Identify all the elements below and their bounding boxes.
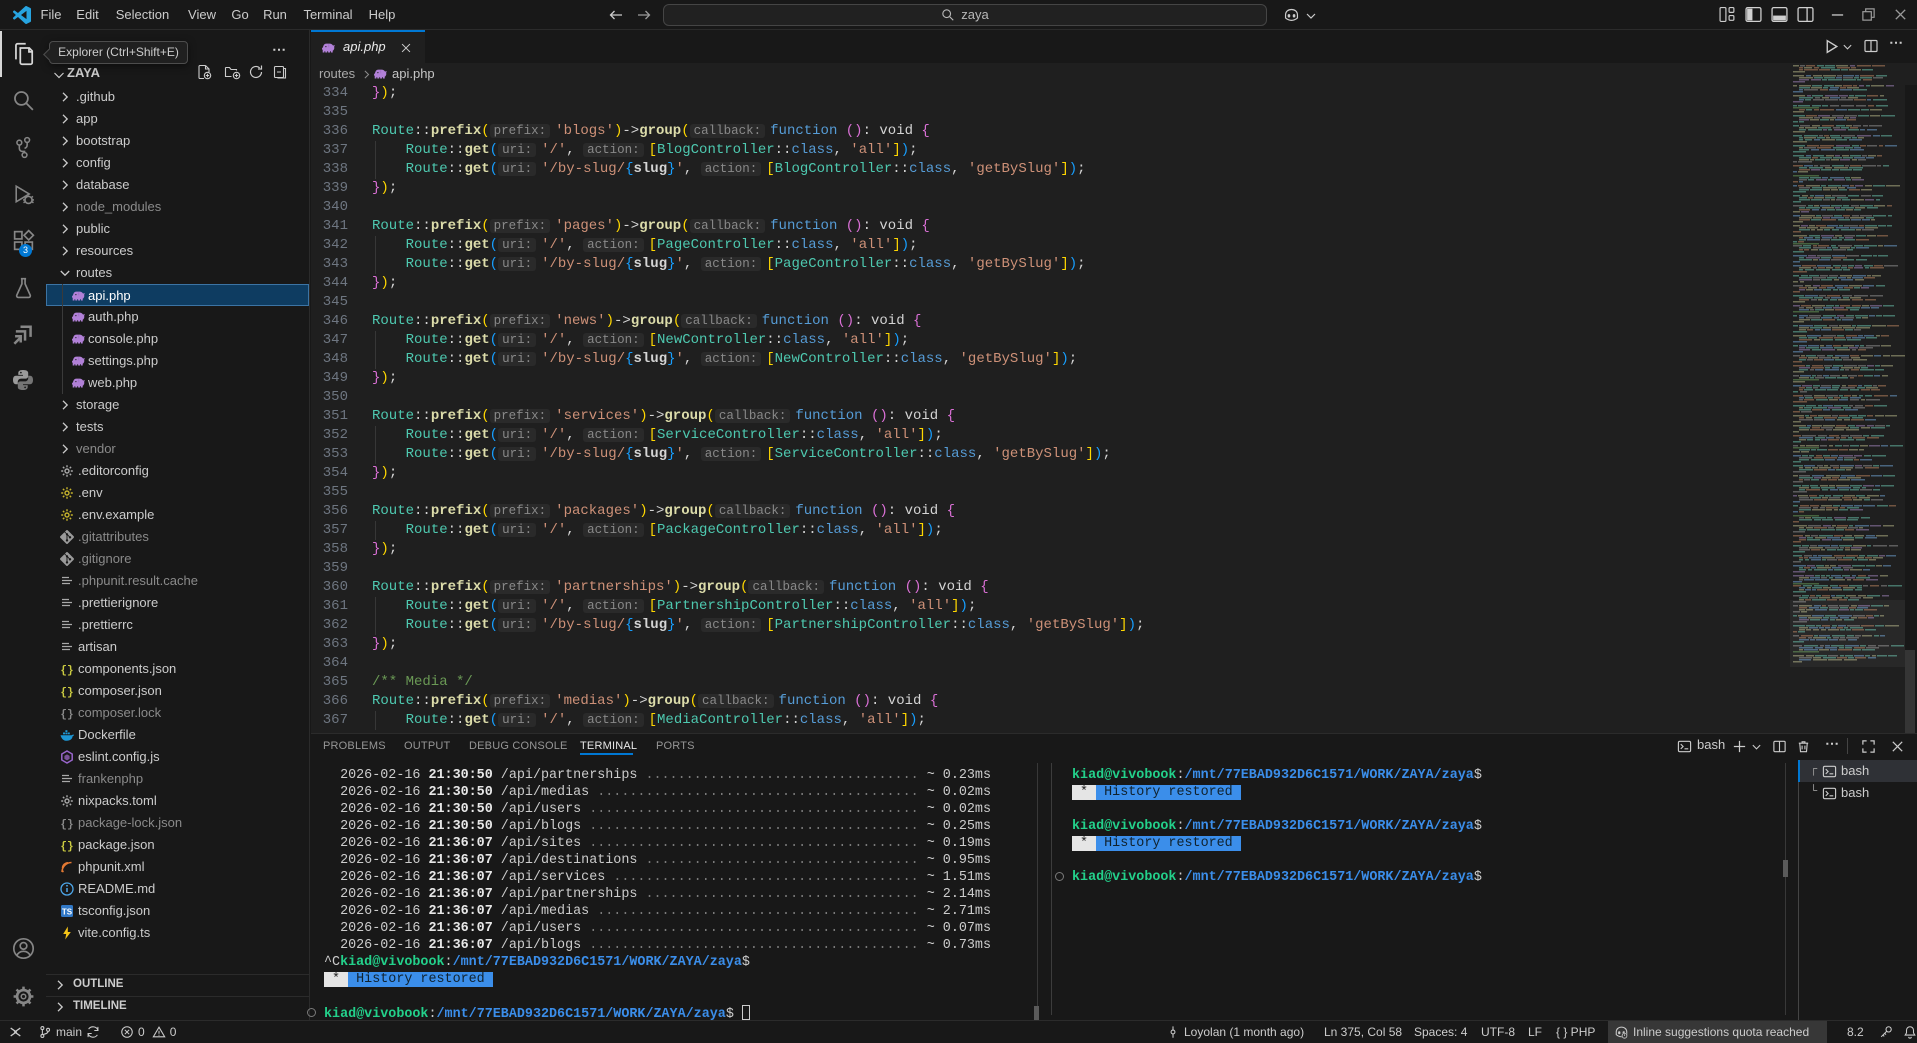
svg-text:TS: TS [62,908,73,917]
svg-text:{}: {} [60,841,73,853]
svg-text:{}: {} [60,819,73,831]
svg-text:{}: {} [60,665,73,677]
svg-text:{}: {} [60,687,73,699]
svg-text:{}: {} [60,709,73,721]
